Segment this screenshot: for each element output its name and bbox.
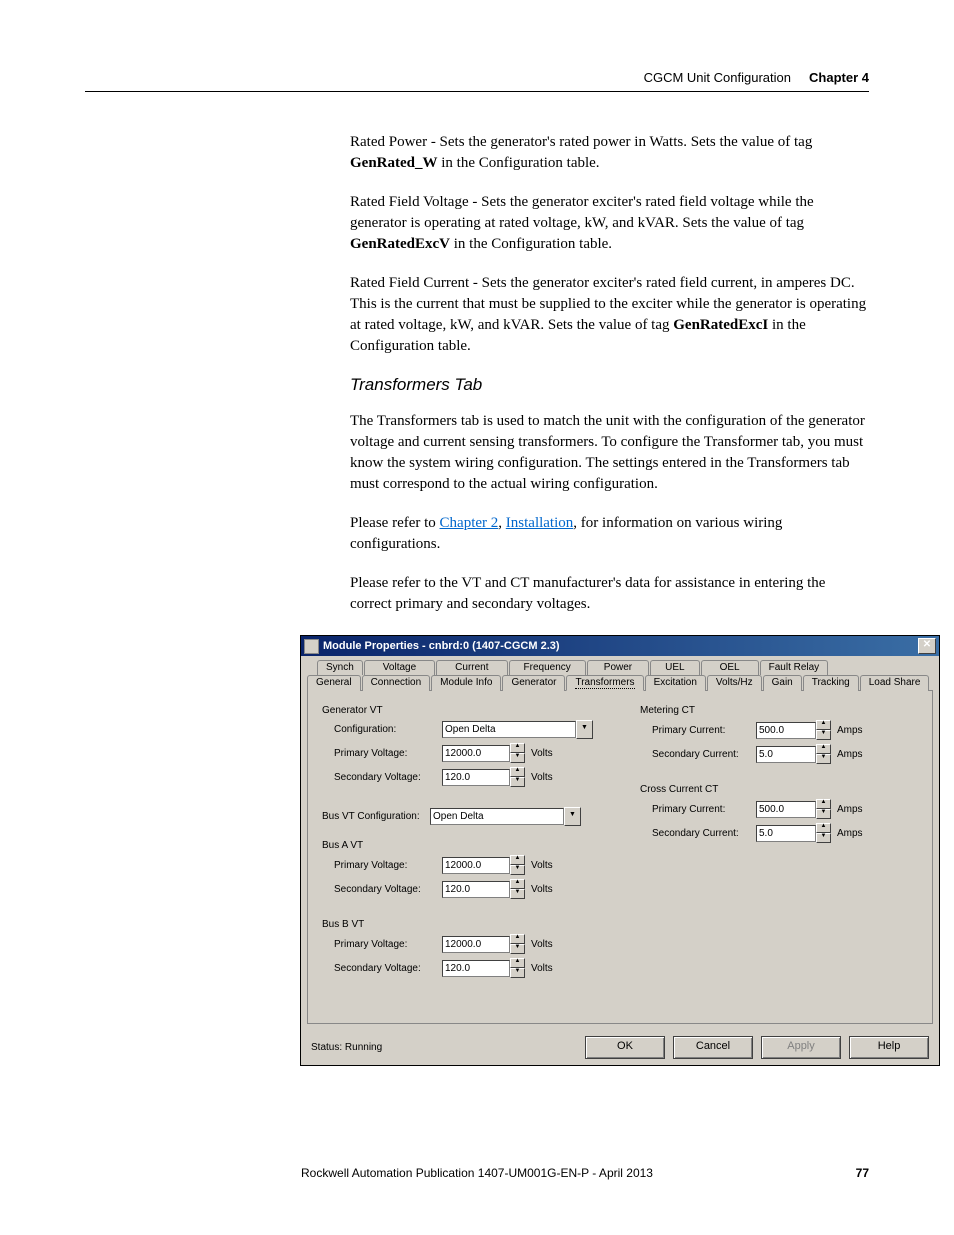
metering-ct-title: Metering CT: [640, 705, 918, 716]
header-chapter: Chapter 4: [809, 70, 869, 85]
unit-amps: Amps: [837, 804, 863, 815]
unit-volts: Volts: [531, 860, 553, 871]
footer-publication: Rockwell Automation Publication 1407-UM0…: [301, 1166, 653, 1180]
tab-strip: Synch Voltage Current Frequency Power UE…: [307, 660, 933, 691]
tab-current[interactable]: Current: [436, 660, 507, 675]
gen-primary-voltage-input[interactable]: [442, 745, 510, 762]
bus-a-vt-title: Bus A VT: [322, 840, 600, 851]
tab-fault-relay[interactable]: Fault Relay: [760, 660, 829, 675]
dropdown-icon[interactable]: ▼: [576, 720, 593, 739]
spinner[interactable]: ▲▼: [816, 799, 831, 819]
dialog-titlebar: Module Properties - cnbrd:0 (1407-CGCM 2…: [301, 636, 939, 656]
dialog-title: Module Properties - cnbrd:0 (1407-CGCM 2…: [323, 640, 560, 652]
tab-uel[interactable]: UEL: [650, 660, 699, 675]
tab-general[interactable]: General: [307, 675, 361, 691]
unit-amps: Amps: [837, 749, 863, 760]
spinner[interactable]: ▲▼: [510, 767, 525, 787]
spinner[interactable]: ▲▼: [510, 958, 525, 978]
label-secondary-current: Secondary Current:: [652, 749, 756, 760]
spinner[interactable]: ▲▼: [510, 855, 525, 875]
tab-oel[interactable]: OEL: [701, 660, 759, 675]
link-installation[interactable]: Installation: [506, 515, 574, 531]
label-primary-voltage: Primary Voltage:: [334, 748, 442, 759]
cc-primary-current-input[interactable]: [756, 801, 816, 818]
status-text: Status: Running: [311, 1042, 382, 1053]
tab-excitation[interactable]: Excitation: [645, 675, 706, 691]
gen-vt-config-select[interactable]: [442, 721, 576, 738]
page-footer: Rockwell Automation Publication 1407-UM0…: [0, 1166, 954, 1180]
page-number: 77: [856, 1166, 869, 1180]
label-primary-voltage: Primary Voltage:: [334, 939, 442, 950]
para-rated-power: Rated Power - Sets the generator's rated…: [350, 132, 869, 174]
para-vt-ct-data: Please refer to the VT and CT manufactur…: [350, 573, 869, 615]
label-secondary-voltage: Secondary Voltage:: [334, 884, 442, 895]
unit-volts: Volts: [531, 748, 553, 759]
label-primary-current: Primary Current:: [652, 804, 756, 815]
unit-volts: Volts: [531, 963, 553, 974]
system-icon: [304, 639, 319, 654]
label-secondary-voltage: Secondary Voltage:: [334, 963, 442, 974]
spinner[interactable]: ▲▼: [510, 743, 525, 763]
tab-frequency[interactable]: Frequency: [509, 660, 586, 675]
label-secondary-current: Secondary Current:: [652, 828, 756, 839]
apply-button[interactable]: Apply: [761, 1036, 841, 1059]
busa-primary-voltage-input[interactable]: [442, 857, 510, 874]
ok-button[interactable]: OK: [585, 1036, 665, 1059]
para-rated-field-voltage: Rated Field Voltage - Sets the generator…: [350, 192, 869, 255]
page-header: CGCM Unit Configuration Chapter 4: [85, 70, 869, 92]
tab-module-info[interactable]: Module Info: [431, 675, 501, 691]
label-primary-current: Primary Current:: [652, 725, 756, 736]
body-text: Rated Power - Sets the generator's rated…: [350, 132, 869, 357]
para-transformers-intro: The Transformers tab is used to match th…: [350, 411, 869, 495]
tab-tracking[interactable]: Tracking: [803, 675, 859, 691]
tab-power[interactable]: Power: [587, 660, 649, 675]
dropdown-icon[interactable]: ▼: [564, 807, 581, 826]
tab-gain[interactable]: Gain: [763, 675, 802, 691]
spinner[interactable]: ▲▼: [510, 879, 525, 899]
para-refer-chapter: Please refer to Chapter 2, Installation,…: [350, 513, 869, 555]
spinner[interactable]: ▲▼: [816, 744, 831, 764]
label-primary-voltage: Primary Voltage:: [334, 860, 442, 871]
label-configuration: Configuration:: [334, 724, 442, 735]
bus-vt-config-select[interactable]: [430, 808, 564, 825]
label-secondary-voltage: Secondary Voltage:: [334, 772, 442, 783]
close-button[interactable]: ✕: [918, 638, 936, 654]
tab-synch[interactable]: Synch: [317, 660, 363, 675]
cancel-button[interactable]: Cancel: [673, 1036, 753, 1059]
tab-volts-hz[interactable]: Volts/Hz: [707, 675, 762, 691]
label-bus-vt-config: Bus VT Configuration:: [322, 811, 430, 822]
tab-voltage[interactable]: Voltage: [364, 660, 435, 675]
cross-current-ct-title: Cross Current CT: [640, 784, 918, 795]
busb-secondary-voltage-input[interactable]: [442, 960, 510, 977]
tab-connection[interactable]: Connection: [362, 675, 431, 691]
metering-primary-current-input[interactable]: [756, 722, 816, 739]
unit-volts: Volts: [531, 772, 553, 783]
spinner[interactable]: ▲▼: [816, 720, 831, 740]
header-section: CGCM Unit Configuration: [644, 70, 791, 85]
unit-volts: Volts: [531, 939, 553, 950]
busa-secondary-voltage-input[interactable]: [442, 881, 510, 898]
spinner[interactable]: ▲▼: [510, 934, 525, 954]
para-rated-field-current: Rated Field Current - Sets the generator…: [350, 273, 869, 357]
generator-vt-title: Generator VT: [322, 705, 600, 716]
unit-amps: Amps: [837, 725, 863, 736]
tab-transformers[interactable]: Transformers: [566, 675, 643, 691]
help-button[interactable]: Help: [849, 1036, 929, 1059]
dialog-screenshot: Module Properties - cnbrd:0 (1407-CGCM 2…: [300, 635, 940, 1066]
cc-secondary-current-input[interactable]: [756, 825, 816, 842]
metering-secondary-current-input[interactable]: [756, 746, 816, 763]
unit-volts: Volts: [531, 884, 553, 895]
tab-generator[interactable]: Generator: [502, 675, 565, 691]
unit-amps: Amps: [837, 828, 863, 839]
busb-primary-voltage-input[interactable]: [442, 936, 510, 953]
gen-secondary-voltage-input[interactable]: [442, 769, 510, 786]
subheading-transformers-tab: Transformers Tab: [350, 375, 869, 395]
tab-load-share[interactable]: Load Share: [860, 675, 930, 691]
link-chapter-2[interactable]: Chapter 2: [440, 515, 499, 531]
bus-b-vt-title: Bus B VT: [322, 919, 600, 930]
spinner[interactable]: ▲▼: [816, 823, 831, 843]
